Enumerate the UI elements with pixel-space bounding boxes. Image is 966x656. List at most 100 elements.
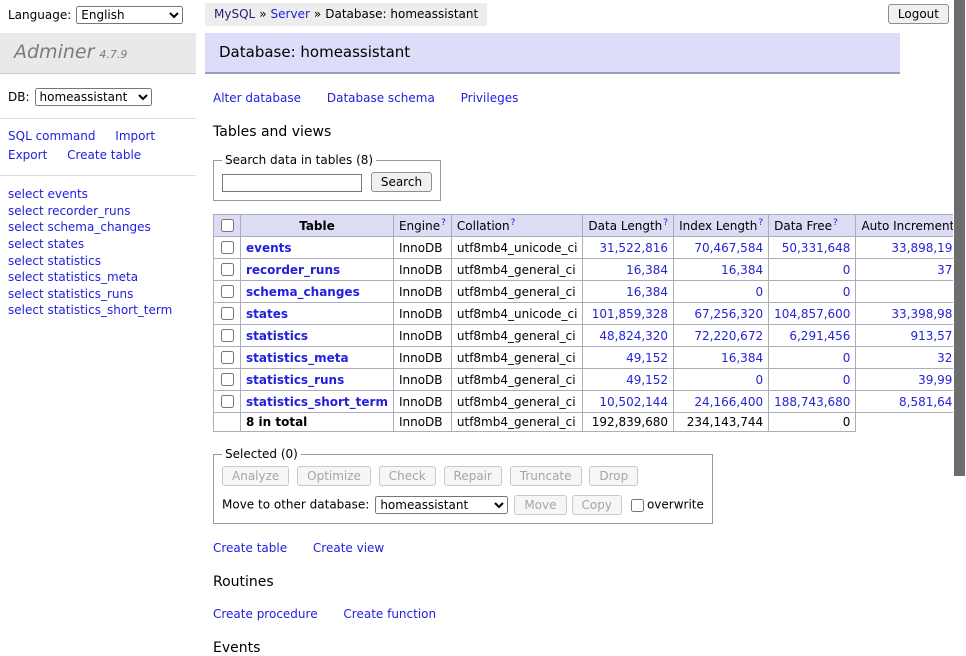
breadcrumb-mysql-link[interactable]: MySQL [214, 7, 255, 21]
overwrite-checkbox[interactable] [631, 499, 644, 512]
cell-auto-increment: 33,898,196 [856, 237, 966, 259]
table-name-link[interactable]: statistics [246, 329, 308, 343]
cell-auto-increment: 33,398,984 [856, 303, 966, 325]
row-checkbox[interactable] [221, 373, 234, 386]
create-table-link-sidebar[interactable]: Create table [67, 148, 141, 162]
cell-auto-increment: 378 [856, 259, 966, 281]
adminer-logo-link[interactable]: Adminer [14, 41, 94, 63]
search-legend: Search data in tables (8) [222, 153, 376, 167]
language-select[interactable]: English [76, 6, 183, 24]
cell-data-free: 0 [769, 347, 856, 369]
row-checkbox[interactable] [221, 307, 234, 320]
app-version: 4.7.9 [99, 48, 127, 61]
db-select[interactable]: homeassistant [35, 88, 152, 106]
cell-index-length: 0 [674, 369, 769, 391]
table-name-link[interactable]: statistics_runs [246, 373, 344, 387]
row-checkbox[interactable] [221, 241, 234, 254]
breadcrumb-server-link[interactable]: Server [271, 7, 310, 21]
sidebar-item-select-states[interactable]: select states [8, 236, 188, 253]
sidebar-item-select-statistics-short-term[interactable]: select statistics_short_term [8, 302, 188, 319]
row-checkbox[interactable] [221, 285, 234, 298]
row-checkbox[interactable] [221, 329, 234, 342]
column-header-collation: Collation? [451, 215, 583, 237]
cell-engine: InnoDB [393, 369, 451, 391]
cell-index-length: 72,220,672 [674, 325, 769, 347]
tables-overview: TableEngine?Collation?Data Length?Index … [213, 214, 966, 432]
table-name-link[interactable]: recorder_runs [246, 263, 340, 277]
truncate-button[interactable]: Truncate [510, 466, 582, 486]
table-name-link[interactable]: schema_changes [246, 285, 360, 299]
search-fieldset: Search data in tables (8) Search [213, 153, 441, 201]
row-checkbox[interactable] [221, 395, 234, 408]
cell-data-free: 0 [769, 281, 856, 303]
cell-engine: InnoDB [393, 391, 451, 413]
sidebar-item-select-statistics-runs[interactable]: select statistics_runs [8, 286, 188, 303]
table-row: statistics_metaInnoDButf8mb4_general_ci4… [214, 347, 966, 369]
export-link[interactable]: Export [8, 148, 47, 162]
create-procedure-link[interactable]: Create procedure [213, 607, 318, 621]
sidebar-item-select-events[interactable]: select events [8, 186, 188, 203]
move-button[interactable]: Move [514, 495, 566, 515]
move-row: Move to other database:homeassistantMove… [222, 495, 704, 515]
cell-data-length: 101,859,328 [583, 303, 674, 325]
cell-engine: InnoDB [393, 237, 451, 259]
logout-button[interactable]: Logout [888, 4, 949, 24]
sql-command-link[interactable]: SQL command [8, 129, 95, 143]
cell-auto-increment: 913,577 [856, 325, 966, 347]
help-icon[interactable]: ? [758, 218, 763, 228]
select-all-checkbox[interactable] [221, 219, 234, 232]
help-icon[interactable]: ? [833, 218, 838, 228]
create-view-link[interactable]: Create view [313, 541, 384, 555]
breadcrumb: MySQL»Server»Database: homeassistant [205, 3, 487, 26]
table-name-link[interactable]: statistics_meta [246, 351, 349, 365]
drop-button[interactable]: Drop [589, 466, 638, 486]
cell-data-length: 49,152 [583, 347, 674, 369]
cell-auto-increment: 6 [856, 281, 966, 303]
sidebar-item-select-statistics[interactable]: select statistics [8, 253, 188, 270]
help-icon[interactable]: ? [441, 218, 446, 228]
cell-data-free: 0 [769, 369, 856, 391]
create-links: Create table Create view [213, 541, 917, 555]
sidebar-item-select-recorder-runs[interactable]: select recorder_runs [8, 203, 188, 220]
copy-button[interactable]: Copy [572, 495, 622, 515]
import-link[interactable]: Import [115, 129, 155, 143]
row-checkbox[interactable] [221, 263, 234, 276]
vertical-scrollbar[interactable] [953, 0, 966, 543]
search-input[interactable] [222, 174, 362, 192]
help-icon[interactable]: ? [511, 218, 516, 228]
table-name-link[interactable]: states [246, 307, 288, 321]
repair-button[interactable]: Repair [444, 466, 502, 486]
check-button[interactable]: Check [379, 466, 436, 486]
table-row: schema_changesInnoDButf8mb4_general_ci16… [214, 281, 966, 303]
table-row: recorder_runsInnoDButf8mb4_general_ci16,… [214, 259, 966, 281]
alter-database-link[interactable]: Alter database [213, 91, 301, 105]
optimize-button[interactable]: Optimize [297, 466, 371, 486]
table-name-link[interactable]: statistics_short_term [246, 395, 388, 409]
table-name-link[interactable]: events [246, 241, 292, 255]
cell-index-length: 0 [674, 281, 769, 303]
sidebar-item-select-statistics-meta[interactable]: select statistics_meta [8, 269, 188, 286]
tables-overview-body: eventsInnoDButf8mb4_unicode_ci31,522,816… [214, 237, 966, 432]
column-header-data-length: Data Length? [583, 215, 674, 237]
create-table-link[interactable]: Create table [213, 541, 287, 555]
cell-data-free: 188,743,680 [769, 391, 856, 413]
main-content: MySQL»Server»Database: homeassistant Dat… [205, 0, 917, 656]
sidebar-item-select-schema-changes[interactable]: select schema_changes [8, 219, 188, 236]
cell-collation: utf8mb4_general_ci [451, 347, 583, 369]
privileges-link[interactable]: Privileges [461, 91, 519, 105]
cell-collation: utf8mb4_unicode_ci [451, 237, 583, 259]
move-db-select[interactable]: homeassistant [375, 496, 508, 514]
help-icon[interactable]: ? [663, 218, 668, 228]
search-button[interactable]: Search [371, 172, 432, 192]
total-data-free: 0 [769, 413, 856, 432]
routines-heading: Routines [213, 574, 917, 590]
routine-links: Create procedure Create function [213, 607, 917, 621]
create-function-link[interactable]: Create function [343, 607, 436, 621]
row-checkbox[interactable] [221, 351, 234, 364]
cell-index-length: 70,467,584 [674, 237, 769, 259]
scrollbar-thumb[interactable] [954, 0, 965, 476]
column-header-auto-increment: Auto Increment? [856, 215, 966, 237]
cell-index-length: 16,384 [674, 347, 769, 369]
database-schema-link[interactable]: Database schema [327, 91, 435, 105]
analyze-button[interactable]: Analyze [222, 466, 289, 486]
